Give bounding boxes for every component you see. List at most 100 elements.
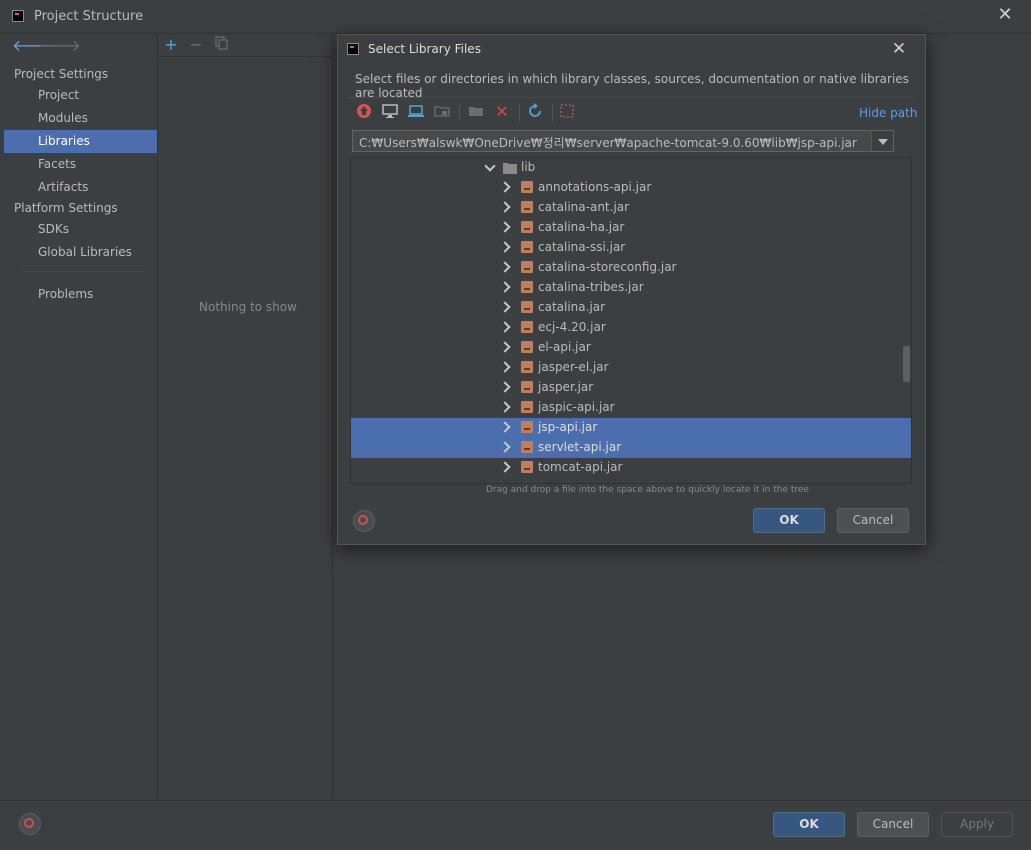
tree-scrollbar[interactable] — [903, 346, 910, 382]
nav-item-label: SDKs — [38, 222, 69, 236]
chevron-right-icon[interactable] — [499, 201, 511, 213]
chevron-right-icon[interactable] — [499, 261, 511, 273]
tree-file-label: catalina-storeconfig.jar — [538, 260, 677, 274]
jar-file-icon — [521, 361, 533, 373]
cancel-button[interactable]: Cancel — [857, 812, 929, 837]
toolbar-divider — [459, 105, 460, 121]
remove-icon[interactable]: − — [187, 36, 205, 54]
ok-button[interactable]: OK — [773, 812, 845, 837]
path-input[interactable]: C:₩Users₩alswk₩OneDrive₩정리₩server₩apache… — [352, 130, 887, 152]
refresh-icon[interactable] — [526, 103, 544, 121]
tree-file-label: jasper-el.jar — [538, 360, 609, 374]
drag-drop-hint: Drag and drop a file into the space abov… — [486, 485, 809, 495]
project-directory-icon[interactable] — [407, 103, 425, 121]
tree-file-row[interactable]: ecj-4.20.jar — [351, 318, 911, 338]
help-icon[interactable] — [19, 813, 41, 835]
tree-file-row[interactable]: jsp-api.jar — [351, 418, 911, 438]
dialog-cancel-button[interactable]: Cancel — [837, 508, 909, 533]
chevron-right-icon[interactable] — [499, 281, 511, 293]
show-hidden-files-icon[interactable] — [558, 103, 576, 121]
tree-file-label: ecj-4.20.jar — [538, 320, 606, 334]
tree-file-row[interactable]: catalina-ha.jar — [351, 218, 911, 238]
libraries-toolbar: + − — [158, 34, 332, 57]
jar-file-icon — [521, 321, 533, 333]
tree-file-row[interactable]: jasper-el.jar — [351, 358, 911, 378]
nav-item-label: Libraries — [38, 134, 90, 148]
chevron-right-icon[interactable] — [499, 181, 511, 193]
nav-item-facets[interactable]: Facets — [4, 153, 157, 176]
home-icon[interactable] — [355, 103, 373, 121]
tree-file-row[interactable]: jaspic-api.jar — [351, 398, 911, 418]
jar-file-icon — [521, 181, 533, 193]
nav-item-label: Facets — [38, 157, 77, 171]
apply-button[interactable]: Apply — [941, 812, 1013, 837]
nav-item-sdks[interactable]: SDKs — [4, 218, 157, 241]
tree-file-row[interactable]: catalina-storeconfig.jar — [351, 258, 911, 278]
chevron-right-icon[interactable] — [499, 321, 511, 333]
window-titlebar: Project Structure ✕ — [0, 0, 1031, 34]
tree-file-row[interactable]: el-api.jar — [351, 338, 911, 358]
tree-file-row[interactable]: jasper.jar — [351, 378, 911, 398]
chevron-right-icon[interactable] — [499, 381, 511, 393]
module-directory-icon[interactable] — [433, 103, 451, 121]
platform-settings-header: Platform Settings — [14, 201, 118, 215]
hide-path-link[interactable]: Hide path — [859, 106, 917, 120]
nav-item-modules[interactable]: Modules — [4, 107, 157, 130]
chevron-right-icon[interactable] — [499, 241, 511, 253]
intellij-app-icon — [12, 10, 24, 22]
tree-file-label: servlet-api.jar — [538, 440, 622, 454]
file-tree[interactable]: lib annotations-api.jar catalina-ant.jar c… — [350, 157, 912, 484]
chevron-right-icon[interactable] — [499, 221, 511, 233]
tree-file-label: catalina-ha.jar — [538, 220, 625, 234]
nav-item-problems[interactable]: Problems — [4, 283, 157, 306]
tree-file-row[interactable]: annotations-api.jar — [351, 178, 911, 198]
jar-file-icon — [521, 281, 533, 293]
delete-icon[interactable]: ✕ — [493, 103, 511, 121]
chevron-right-icon[interactable] — [499, 441, 511, 453]
chevron-right-icon[interactable] — [499, 401, 511, 413]
tree-file-label: jasper.jar — [538, 380, 594, 394]
path-history-dropdown[interactable] — [871, 130, 894, 152]
copy-icon[interactable] — [213, 36, 231, 54]
nav-divider — [22, 271, 144, 272]
settings-nav: 🡐 🡒 Project Settings Project Modules Lib… — [4, 34, 158, 799]
chevron-right-icon[interactable] — [499, 361, 511, 373]
jar-file-icon — [521, 241, 533, 253]
dialog-close-icon[interactable]: ✕ — [890, 40, 908, 58]
add-icon[interactable]: + — [162, 36, 180, 54]
jar-file-icon — [521, 341, 533, 353]
dialog-ok-button[interactable]: OK — [753, 508, 825, 533]
chevron-right-icon[interactable] — [499, 461, 511, 473]
tree-file-row[interactable]: catalina-ssi.jar — [351, 238, 911, 258]
tree-file-label: catalina.jar — [538, 300, 606, 314]
jar-file-icon — [521, 441, 533, 453]
nav-item-label: Modules — [38, 111, 88, 125]
chevron-right-icon[interactable] — [499, 301, 511, 313]
nav-item-label: Project — [38, 88, 80, 102]
dialog-description: Select files or directories in which lib… — [355, 72, 909, 100]
dialog-help-icon[interactable] — [353, 510, 375, 532]
tree-file-row[interactable]: catalina-tribes.jar — [351, 278, 911, 298]
tree-file-row[interactable]: catalina-ant.jar — [351, 198, 911, 218]
nav-item-project[interactable]: Project — [4, 84, 157, 107]
nav-item-artifacts[interactable]: Artifacts — [4, 176, 157, 199]
tree-folder-row[interactable]: lib — [351, 158, 911, 178]
chevron-right-icon[interactable] — [499, 421, 511, 433]
intellij-app-icon — [347, 43, 359, 55]
tree-file-label: annotations-api.jar — [538, 180, 652, 194]
tree-file-row[interactable]: catalina.jar — [351, 298, 911, 318]
forward-arrow-icon[interactable]: 🡒 — [38, 38, 81, 54]
dialog-footer: OK Cancel Apply — [0, 800, 1031, 850]
window-close-icon[interactable]: ✕ — [996, 6, 1014, 24]
nav-item-global-libraries[interactable]: Global Libraries — [4, 241, 157, 264]
tree-file-row[interactable]: servlet-api.jar — [351, 438, 911, 458]
tree-file-label: catalina-tribes.jar — [538, 280, 644, 294]
chevron-right-icon[interactable] — [499, 341, 511, 353]
chevron-down-icon[interactable] — [484, 160, 496, 172]
nav-item-libraries[interactable]: Libraries — [4, 130, 157, 153]
new-folder-icon[interactable] — [467, 103, 485, 121]
tree-file-row[interactable]: tomcat-api.jar — [351, 458, 911, 478]
tree-file-label: el-api.jar — [538, 340, 591, 354]
desktop-icon[interactable] — [381, 103, 399, 121]
window-title: Project Structure — [34, 9, 144, 24]
